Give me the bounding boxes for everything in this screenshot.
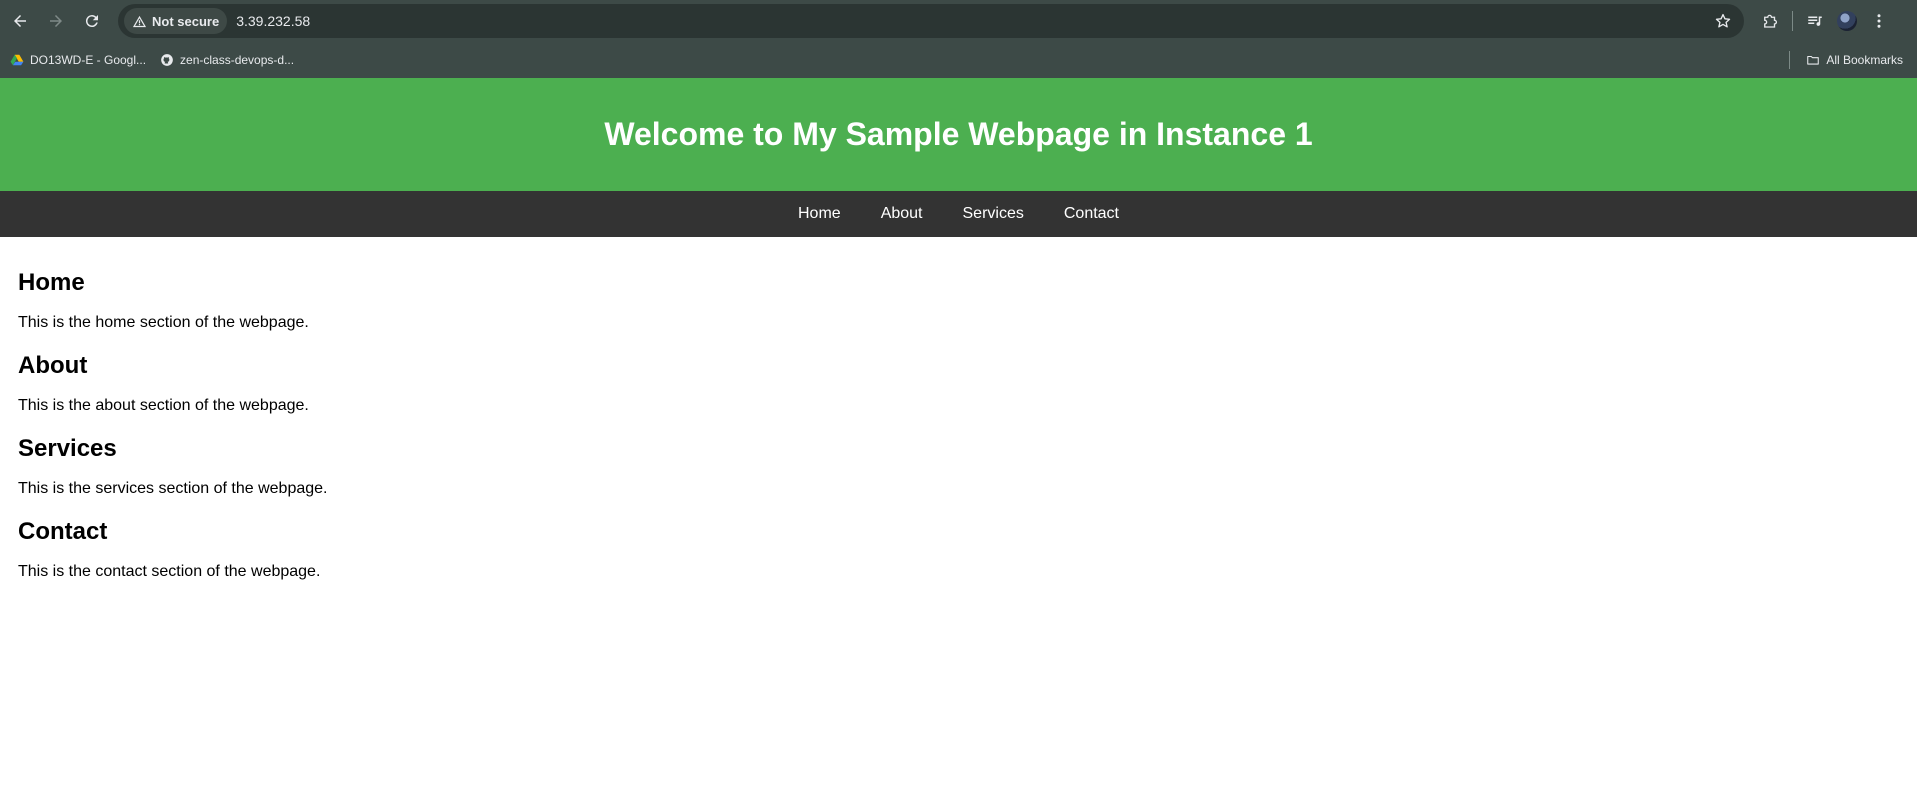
arrow-left-icon <box>14 15 26 27</box>
reload-button[interactable] <box>76 5 108 37</box>
toolbar-separator <box>1792 11 1793 31</box>
extensions-button[interactable] <box>1754 5 1786 37</box>
folder-icon <box>1807 55 1820 65</box>
all-bookmarks-button[interactable]: All Bookmarks <box>1806 53 1903 67</box>
section-text: This is the about section of the webpage… <box>18 397 309 414</box>
site-nav: Home About Services Contact <box>0 191 1917 237</box>
bookmark-star-icon[interactable] <box>1714 12 1732 30</box>
profile-button[interactable] <box>1831 5 1863 37</box>
bookmarks-bar: DO13WD-E - Googl... zen-class-devops-d..… <box>0 42 1917 78</box>
all-bookmarks-label: All Bookmarks <box>1826 53 1903 67</box>
bookmarks-separator <box>1789 51 1791 69</box>
media-controls-button[interactable] <box>1799 5 1831 37</box>
browser-chrome: Not secure 3.39.232.58 DO13WD-E - Googl.… <box>0 0 1917 78</box>
bookmark-item[interactable]: zen-class-devops-d... <box>160 53 294 67</box>
arrow-right-icon <box>50 15 62 27</box>
section-heading: About <box>18 352 88 379</box>
section-about: About This is the about section of the w… <box>18 352 1899 415</box>
queue-music-icon <box>1808 16 1822 26</box>
section-services: Services This is the services section of… <box>18 435 1899 498</box>
puzzle-icon <box>1764 14 1778 28</box>
section-text: This is the home section of the webpage. <box>18 314 309 331</box>
nav-link-services[interactable]: Services <box>963 205 1024 223</box>
all-bookmarks[interactable]: All Bookmarks <box>1789 42 1903 78</box>
google-drive-icon <box>10 54 24 66</box>
main-content: Home This is the home section of the web… <box>0 237 1917 591</box>
section-heading: Contact <box>18 518 108 545</box>
github-icon <box>161 54 173 66</box>
back-button[interactable] <box>4 5 36 37</box>
avatar <box>1837 11 1857 31</box>
warning-triangle-icon <box>132 15 147 27</box>
nav-link-contact[interactable]: Contact <box>1064 205 1119 223</box>
bookmark-label: zen-class-devops-d... <box>180 53 295 67</box>
reload-icon <box>85 15 98 28</box>
page-title: Welcome to My Sample Webpage in Instance… <box>604 116 1313 152</box>
site-header: Welcome to My Sample Webpage in Instance… <box>0 78 1917 191</box>
browser-toolbar: Not secure 3.39.232.58 <box>0 0 1917 42</box>
bookmark-item[interactable]: DO13WD-E - Googl... <box>10 53 146 67</box>
toolbar-actions <box>1754 0 1895 42</box>
section-heading: Services <box>18 435 117 462</box>
url-text[interactable]: 3.39.232.58 <box>236 13 310 29</box>
section-home: Home This is the home section of the web… <box>18 269 1899 332</box>
security-label: Not secure <box>152 13 220 29</box>
section-text: This is the services section of the webp… <box>18 480 328 497</box>
forward-button[interactable] <box>40 5 72 37</box>
address-bar[interactable]: Not secure 3.39.232.58 <box>118 4 1744 38</box>
section-contact: Contact This is the contact section of t… <box>18 518 1899 581</box>
bookmark-label: DO13WD-E - Googl... <box>30 53 147 67</box>
menu-button[interactable] <box>1863 5 1895 37</box>
more-vert-icon <box>1877 14 1881 28</box>
security-indicator[interactable]: Not secure <box>124 8 228 34</box>
section-heading: Home <box>18 269 85 296</box>
nav-link-home[interactable]: Home <box>798 205 841 223</box>
nav-link-about[interactable]: About <box>881 205 923 223</box>
section-text: This is the contact section of the webpa… <box>18 563 321 580</box>
